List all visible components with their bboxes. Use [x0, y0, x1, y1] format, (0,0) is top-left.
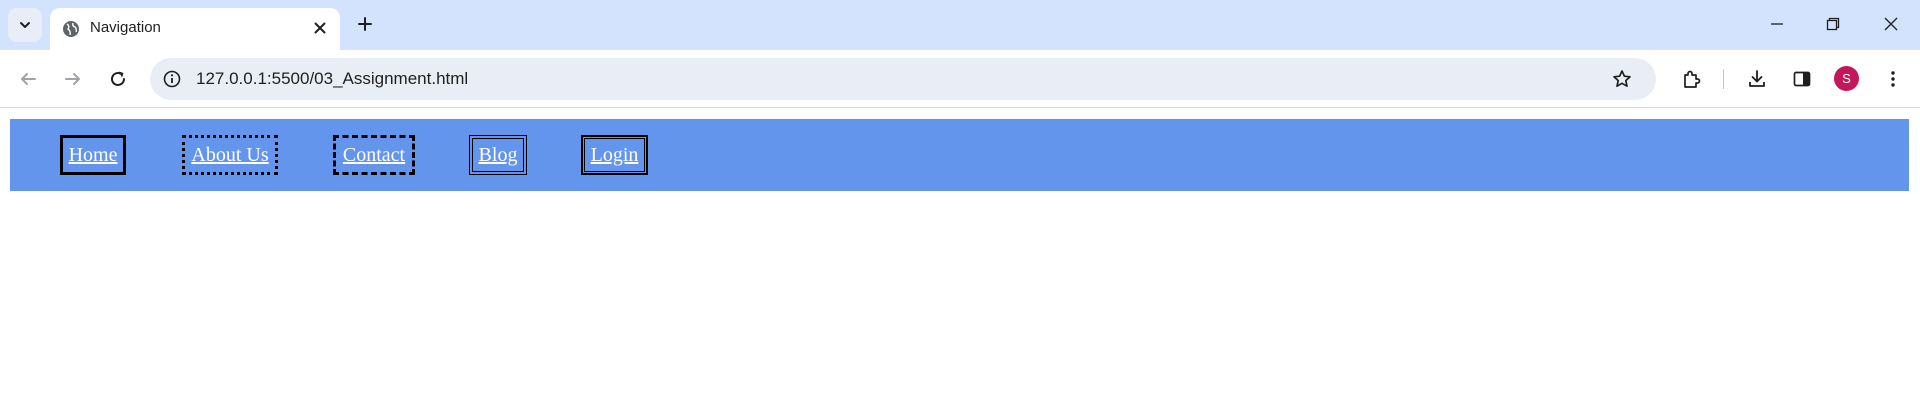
- address-bar[interactable]: 127.0.0.1:5500/03_Assignment.html: [150, 58, 1656, 100]
- profile-avatar[interactable]: S: [1834, 66, 1859, 91]
- active-tab[interactable]: Navigation: [50, 8, 340, 50]
- close-icon: [314, 22, 326, 34]
- close-icon: [1884, 17, 1898, 31]
- minimize-icon: [1771, 23, 1783, 25]
- page-viewport: Home About Us Contact Blog Login: [0, 109, 1920, 412]
- tab-close-button[interactable]: [309, 17, 331, 39]
- restore-icon: [1826, 17, 1840, 31]
- new-tab-button[interactable]: [352, 11, 378, 37]
- reload-icon: [111, 71, 125, 86]
- plus-icon: [358, 17, 372, 31]
- info-icon: [163, 70, 181, 88]
- restore-button[interactable]: [1815, 10, 1851, 38]
- star-icon: [1613, 70, 1631, 88]
- download-icon: [1749, 70, 1765, 87]
- tab-title: Navigation: [90, 19, 161, 36]
- nav-link-about-us[interactable]: About Us: [182, 135, 278, 175]
- globe-icon: [63, 21, 79, 37]
- nav-link-login[interactable]: Login: [581, 135, 648, 175]
- arrow-right-icon: [65, 73, 80, 85]
- tab-search-button[interactable]: [8, 8, 42, 42]
- reload-button[interactable]: [103, 64, 133, 94]
- puzzle-icon: [1684, 70, 1701, 88]
- nav-link-home[interactable]: Home: [60, 135, 126, 175]
- tab-strip: Navigation: [0, 0, 1920, 50]
- forward-button[interactable]: [58, 64, 88, 94]
- more-vertical-icon: [1891, 71, 1895, 87]
- side-panel-button[interactable]: [1787, 64, 1817, 94]
- url-text[interactable]: 127.0.0.1:5500/03_Assignment.html: [196, 69, 468, 89]
- browser-toolbar: 127.0.0.1:5500/03_Assignment.html S: [0, 50, 1920, 108]
- site-info-button[interactable]: [158, 65, 186, 93]
- side-panel-icon: [1793, 71, 1811, 87]
- downloads-button[interactable]: [1742, 64, 1772, 94]
- navigation-bar: Home About Us Contact Blog Login: [10, 119, 1909, 191]
- window-close-button[interactable]: [1873, 10, 1909, 38]
- nav-link-contact[interactable]: Contact: [333, 135, 415, 175]
- extensions-button[interactable]: [1676, 64, 1706, 94]
- arrow-left-icon: [21, 73, 36, 85]
- chevron-down-icon: [20, 22, 30, 28]
- menu-button[interactable]: [1878, 64, 1908, 94]
- back-button[interactable]: [13, 64, 43, 94]
- toolbar-divider: [1723, 69, 1724, 89]
- minimize-button[interactable]: [1759, 10, 1795, 38]
- bookmark-button[interactable]: [1608, 65, 1636, 93]
- nav-link-blog[interactable]: Blog: [469, 135, 527, 175]
